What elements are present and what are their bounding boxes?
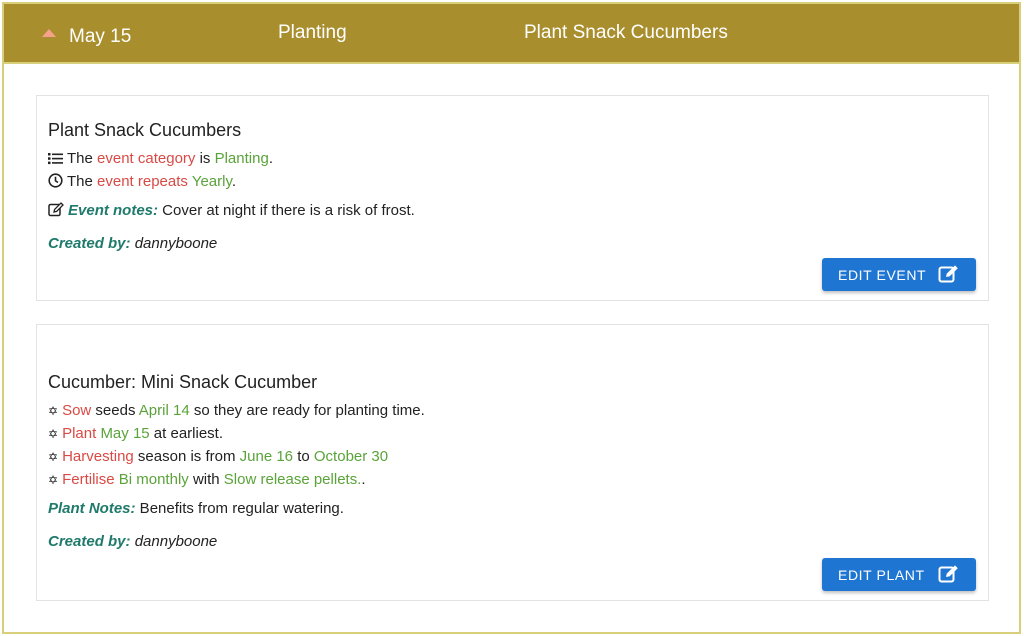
harvest-start: June 16 xyxy=(239,448,294,465)
event-category-line: The event category is Planting. xyxy=(48,150,273,167)
repeat-term: event repeats xyxy=(97,173,188,190)
plant-title: Cucumber: Mini Snack Cucumber xyxy=(48,372,318,392)
plant-created-by: dannyboone xyxy=(130,533,218,550)
repeat-value: Yearly xyxy=(191,173,232,190)
category-prefix: The xyxy=(67,150,98,167)
fertilise-frequency: Bi monthly xyxy=(118,471,189,488)
fertilise-suffix: . xyxy=(361,471,366,488)
plant-suffix: at earliest. xyxy=(149,425,224,442)
event-created-line: Created by: dannyboone xyxy=(48,235,217,252)
app-frame: May 15 Planting Plant Snack Cucumbers Pl… xyxy=(2,2,1021,634)
category-mid: is xyxy=(195,150,215,167)
edit-plant-button[interactable]: EDIT PLANT xyxy=(822,558,976,591)
star-of-david-icon: ✡ xyxy=(48,450,59,464)
event-title: Plant Snack Cucumbers xyxy=(48,120,242,140)
list-icon xyxy=(48,153,63,165)
plant-line: ✡ Plant May 15 at earliest. xyxy=(48,425,223,442)
repeat-prefix: The xyxy=(67,173,98,190)
harvest-line: ✡ Harvesting season is from June 16 to Oc… xyxy=(48,448,388,465)
edit-event-button[interactable]: EDIT EVENT xyxy=(822,258,976,291)
edit-event-label: EDIT EVENT xyxy=(838,266,927,283)
category-suffix: . xyxy=(268,150,273,167)
plant-card: Cucumber: Mini Snack Cucumber ✡ Sow seeds… xyxy=(36,324,989,601)
fertilise-line: ✡ Fertilise Bi monthly with Slow release … xyxy=(48,471,366,488)
sow-mid: seeds xyxy=(91,402,139,419)
plant-created-line: Created by: dannyboone xyxy=(48,533,217,550)
event-created-by: dannyboone xyxy=(130,235,218,252)
plant-notes-label: Plant Notes: xyxy=(48,500,136,517)
sow-value: April 14 xyxy=(138,402,190,419)
clock-icon xyxy=(48,173,63,188)
category-term: event category xyxy=(97,150,196,167)
repeat-suffix: . xyxy=(231,173,237,190)
event-created-label: Created by: xyxy=(48,235,131,252)
harvest-term: Harvesting xyxy=(62,448,134,465)
caret-up-icon[interactable] xyxy=(42,29,56,37)
plant-term: Plant xyxy=(62,425,97,442)
event-card: Plant Snack Cucumbers The event category… xyxy=(36,95,989,301)
harvest-end: October 30 xyxy=(313,448,389,465)
plant-created-label: Created by: xyxy=(48,533,131,550)
plant-notes-line: Plant Notes: Benefits from regular water… xyxy=(48,500,344,517)
sow-suffix: so they are ready for planting time. xyxy=(189,402,425,419)
sow-line: ✡ Sow seeds April 14 so they are ready fo… xyxy=(48,402,425,419)
event-repeat-line: The event repeats Yearly. xyxy=(48,173,236,190)
header-category: Planting xyxy=(278,22,347,43)
harvest-mid2: to xyxy=(293,448,314,465)
fertilise-product: Slow release pellets. xyxy=(223,471,362,488)
header-date: May 15 xyxy=(69,26,132,47)
star-of-david-icon: ✡ xyxy=(48,473,59,487)
edit-note-icon xyxy=(48,202,64,217)
event-notes-text: Cover at night if there is a risk of fro… xyxy=(158,202,415,219)
event-notes-label: Event notes: xyxy=(68,202,159,219)
harvest-mid: season is from xyxy=(133,448,240,465)
fertilise-term: Fertilise xyxy=(62,471,115,488)
star-of-david-icon: ✡ xyxy=(48,427,59,441)
sow-term: Sow xyxy=(62,402,92,419)
event-notes-line: Event notes: Cover at night if there is … xyxy=(48,202,415,219)
plant-notes-text: Benefits from regular watering. xyxy=(135,500,344,517)
star-of-david-icon: ✡ xyxy=(48,404,59,418)
fertilise-mid2: with xyxy=(188,471,224,488)
category-value: Planting xyxy=(214,150,269,167)
header-title: Plant Snack Cucumbers xyxy=(524,22,728,43)
event-header[interactable]: May 15 Planting Plant Snack Cucumbers xyxy=(4,4,1019,64)
edit-icon xyxy=(938,565,958,583)
plant-value: May 15 xyxy=(100,425,150,442)
edit-icon xyxy=(938,265,958,283)
edit-plant-label: EDIT PLANT xyxy=(838,566,925,583)
